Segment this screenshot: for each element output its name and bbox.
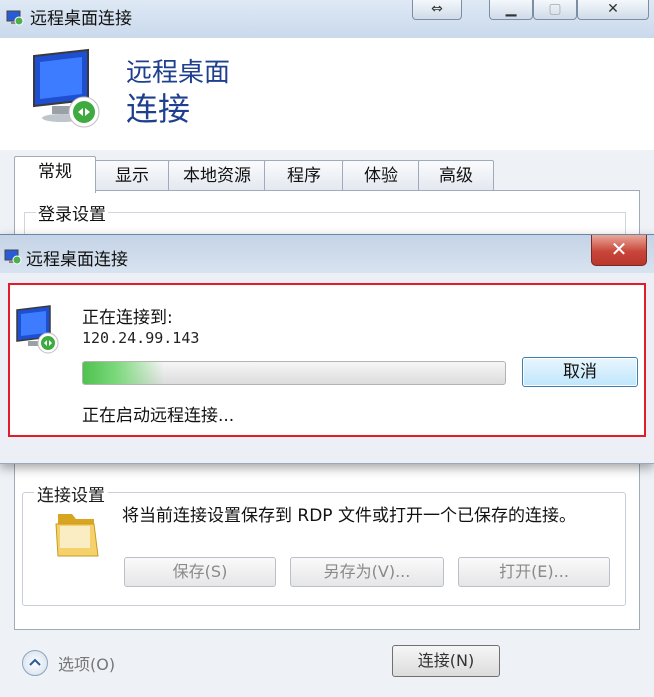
dialog-title: 远程桌面连接 [26,250,128,270]
maximize-icon[interactable]: ▢ [533,0,577,20]
restore-arrows-icon[interactable]: ⇔ [412,0,462,20]
tab-advanced[interactable]: 高级 [418,160,494,191]
progress-fill [83,362,164,384]
folder-icon [55,514,99,557]
tab-local-resources[interactable]: 本地资源 [168,160,266,191]
minimize-icon[interactable]: ▁ [489,0,533,20]
chevron-up-icon[interactable] [22,650,48,676]
tab-general[interactable]: 常规 [14,156,96,193]
connection-settings-label: 连接设置 [34,481,108,506]
back-window-title: 远程桌面连接 [30,9,132,29]
open-button[interactable]: 打开(E)... [458,557,610,587]
connection-progress-bar [82,361,506,385]
back-close-icon[interactable]: ✕ [577,0,649,20]
header-title-line2: 连接 [126,90,191,128]
connection-settings-description: 将当前连接设置保存到 RDP 文件或打开一个已保存的连接。 [122,506,576,526]
tab-experience[interactable]: 体验 [342,160,420,191]
save-as-button[interactable]: 另存为(V)... [290,557,444,587]
remote-desktop-icon [6,10,24,26]
ip-address: 120.24.99.143 [82,329,200,347]
remote-desktop-dialog-icon [16,305,59,354]
status-text: 正在启动远程连接... [82,406,235,426]
tab-display[interactable]: 显示 [94,160,170,191]
connecting-dialog: 远程桌面连接 ✕ 正在连接到: 120.24.99.143 取消 正在启动远程连… [0,234,654,464]
login-settings-label: 登录设置 [36,200,108,225]
close-icon[interactable]: ✕ [591,235,647,266]
connecting-to-label: 正在连接到: [82,308,173,328]
save-button[interactable]: 保存(S) [124,557,276,587]
dialog-remote-desktop-icon [4,249,22,265]
cancel-button[interactable]: 取消 [522,357,638,387]
options-toggle[interactable]: 选项(O) [58,651,115,675]
remote-desktop-large-icon [33,48,100,128]
connect-button[interactable]: 连接(N) [392,645,500,677]
tab-programs[interactable]: 程序 [264,160,344,191]
